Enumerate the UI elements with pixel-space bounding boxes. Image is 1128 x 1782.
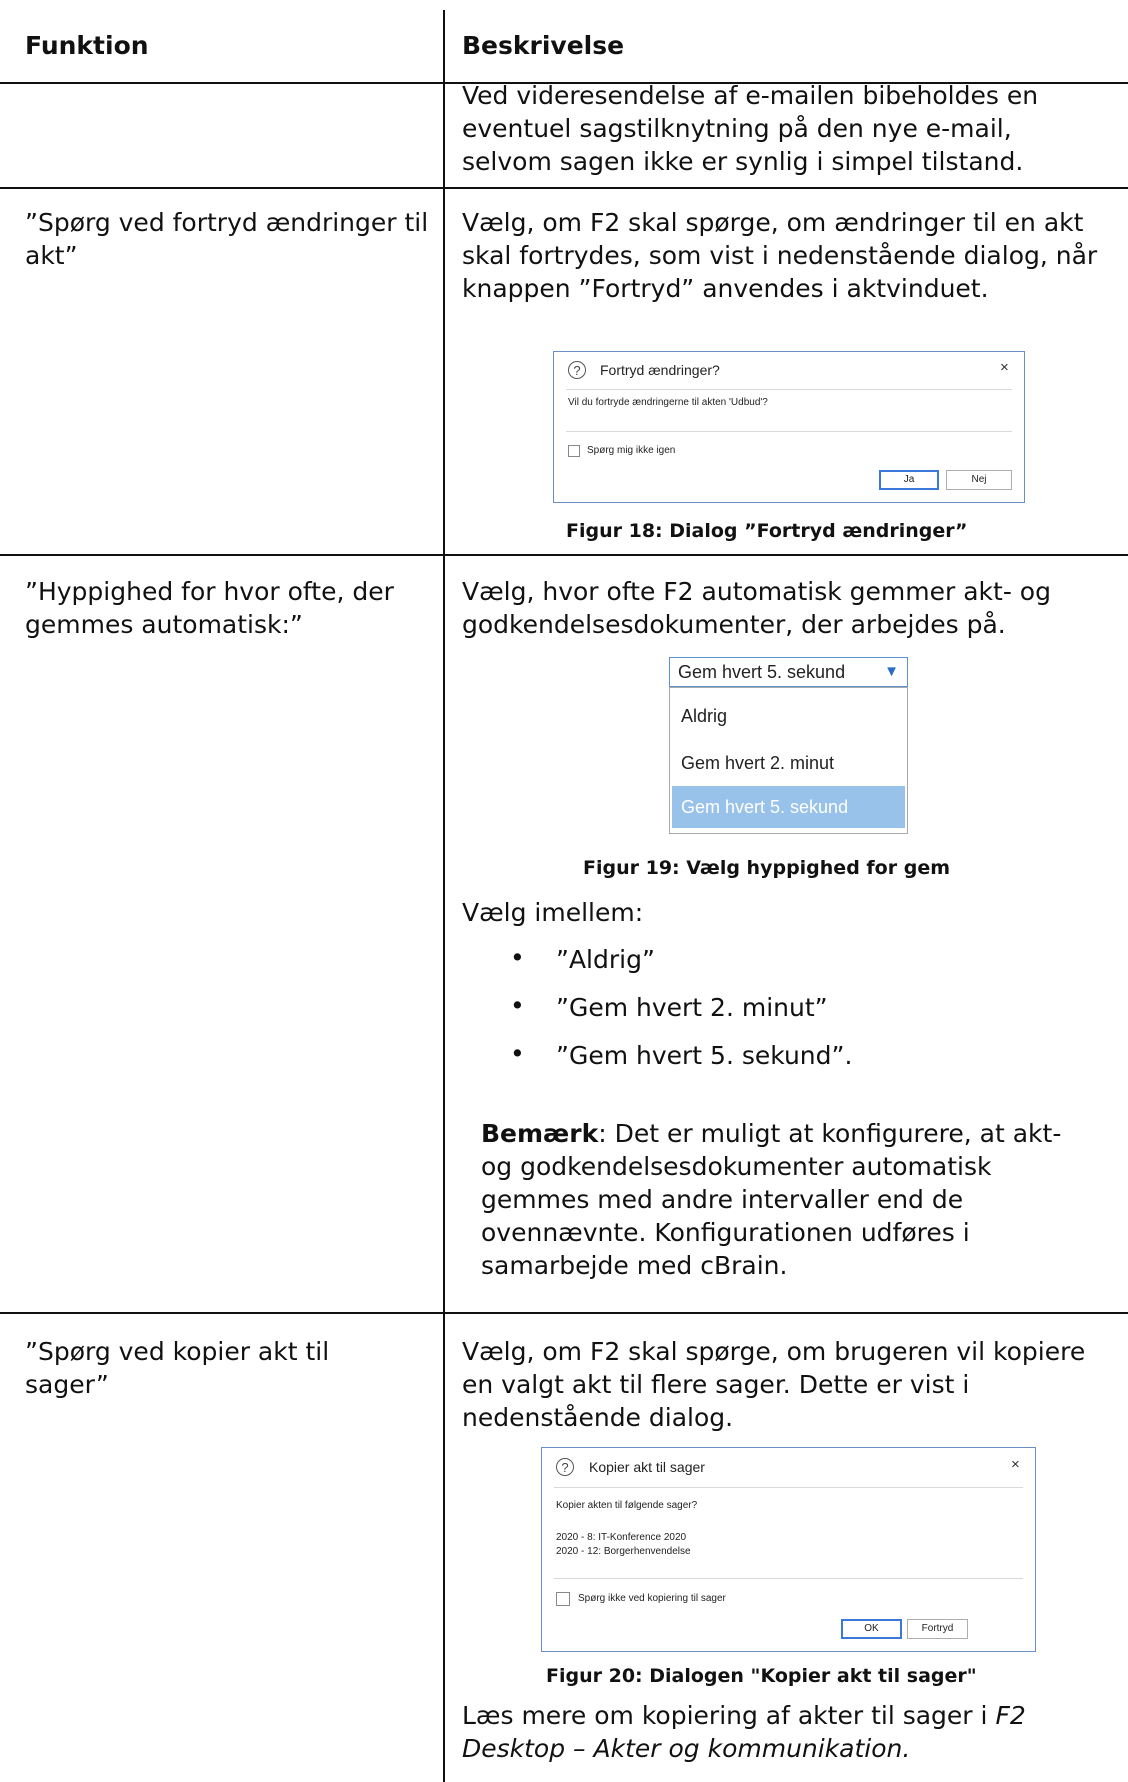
close-icon[interactable]: × xyxy=(1011,1456,1020,1473)
bullet-3: • xyxy=(510,1039,525,1068)
bullet-item-2: ”Gem hvert 2. minut” xyxy=(556,993,828,1022)
header-funktion: Funktion xyxy=(25,31,149,60)
dont-ask-label: Spørg mig ikke igen xyxy=(587,445,676,456)
dialog-separator xyxy=(554,1487,1023,1488)
row-rule-2 xyxy=(0,554,1128,556)
copy-to-cases-dialog-figure: ? Kopier akt til sager × Kopier akten ti… xyxy=(541,1447,1036,1652)
row1-description: Vælg, om F2 skal spørge, om ændringer ti… xyxy=(462,208,1098,303)
dialog-title: Fortryd ændringer? xyxy=(600,362,720,378)
dont-ask-copy-checkbox[interactable] xyxy=(556,1592,570,1606)
bullet-item-1: ”Aldrig” xyxy=(556,945,655,974)
row-rule-3 xyxy=(0,1312,1128,1314)
cancel-button[interactable]: Fortryd xyxy=(907,1619,968,1639)
close-icon[interactable]: × xyxy=(1000,359,1009,376)
row3-function: ”Spørg ved kopier akt til sager” xyxy=(25,1337,330,1399)
no-button[interactable]: Nej xyxy=(946,470,1012,490)
dialog-message: Kopier akten til følgende sager? xyxy=(556,1500,698,1511)
option-5-sekund-label: Gem hvert 5. sekund xyxy=(681,797,849,817)
dont-ask-copy-label: Spørg ikke ved kopiering til sager xyxy=(578,1593,726,1604)
dialog-case-list: 2020 - 8: IT-Konference 2020 2020 - 12: … xyxy=(556,1532,691,1557)
figure-19-caption: Figur 19: Vælg hyppighed for gem xyxy=(583,857,951,879)
option-aldrig[interactable]: Aldrig xyxy=(681,706,727,727)
dialog-title: Kopier akt til sager xyxy=(589,1459,705,1475)
bullet-1: • xyxy=(510,943,525,972)
figure-20-caption: Figur 20: Dialogen "Kopier akt til sager… xyxy=(546,1665,977,1687)
autosave-select[interactable]: Gem hvert 5. sekund ▼ xyxy=(669,657,908,687)
row2-function: ”Hyppighed for hvor ofte, der gemmes aut… xyxy=(25,577,394,639)
dialog-separator xyxy=(566,389,1012,390)
dialog-separator xyxy=(566,431,1012,432)
column-divider xyxy=(443,10,445,1782)
row1-function: ”Spørg ved fortryd ændringer til akt” xyxy=(25,208,429,270)
row-rule-1 xyxy=(0,187,1128,189)
undo-changes-dialog-figure: ? Fortryd ændringer? × Vil du fortryde æ… xyxy=(553,351,1025,503)
row2-description: Vælg, hvor ofte F2 automatisk gemmer akt… xyxy=(462,577,1051,639)
row3-description: Vælg, om F2 skal spørge, om brugeren vil… xyxy=(462,1337,1086,1432)
chevron-down-icon: ▼ xyxy=(884,663,899,680)
dialog-separator xyxy=(554,1578,1023,1579)
dont-ask-checkbox[interactable] xyxy=(568,445,580,457)
dropdown-list: Aldrig Gem hvert 2. minut Gem hvert 5. s… xyxy=(669,687,908,834)
read-more-paragraph: Læs mere om kopiering af akter til sager… xyxy=(462,1699,1102,1765)
option-2-minut[interactable]: Gem hvert 2. minut xyxy=(681,753,834,774)
read-more-text: Læs mere om kopiering af akter til sager… xyxy=(462,1701,996,1730)
selected-value: Gem hvert 5. sekund xyxy=(678,662,846,682)
bullet-item-3: ”Gem hvert 5. sekund”. xyxy=(556,1041,853,1070)
yes-button[interactable]: Ja xyxy=(879,470,939,490)
bullet-2: • xyxy=(510,991,525,1020)
row0-description: Ved videresendelse af e-mailen bibeholde… xyxy=(462,81,1039,176)
option-5-sekund[interactable]: Gem hvert 5. sekund xyxy=(672,786,905,828)
choose-label: Vælg imellem: xyxy=(462,898,644,927)
question-icon: ? xyxy=(568,361,586,379)
ok-button[interactable]: OK xyxy=(841,1619,902,1639)
note-bold-label: Bemærk xyxy=(481,1119,599,1148)
autosave-dropdown-figure: Gem hvert 5. sekund ▼ Aldrig Gem hvert 2… xyxy=(669,657,908,834)
dialog-message: Vil du fortryde ændringerne til akten 'U… xyxy=(568,397,768,408)
header-beskrivelse: Beskrivelse xyxy=(462,31,625,60)
question-icon: ? xyxy=(556,1458,574,1476)
figure-18-caption: Figur 18: Dialog ”Fortryd ændringer” xyxy=(566,520,968,542)
note-paragraph: Bemærk: Det er muligt at konfigurere, at… xyxy=(481,1117,1086,1282)
